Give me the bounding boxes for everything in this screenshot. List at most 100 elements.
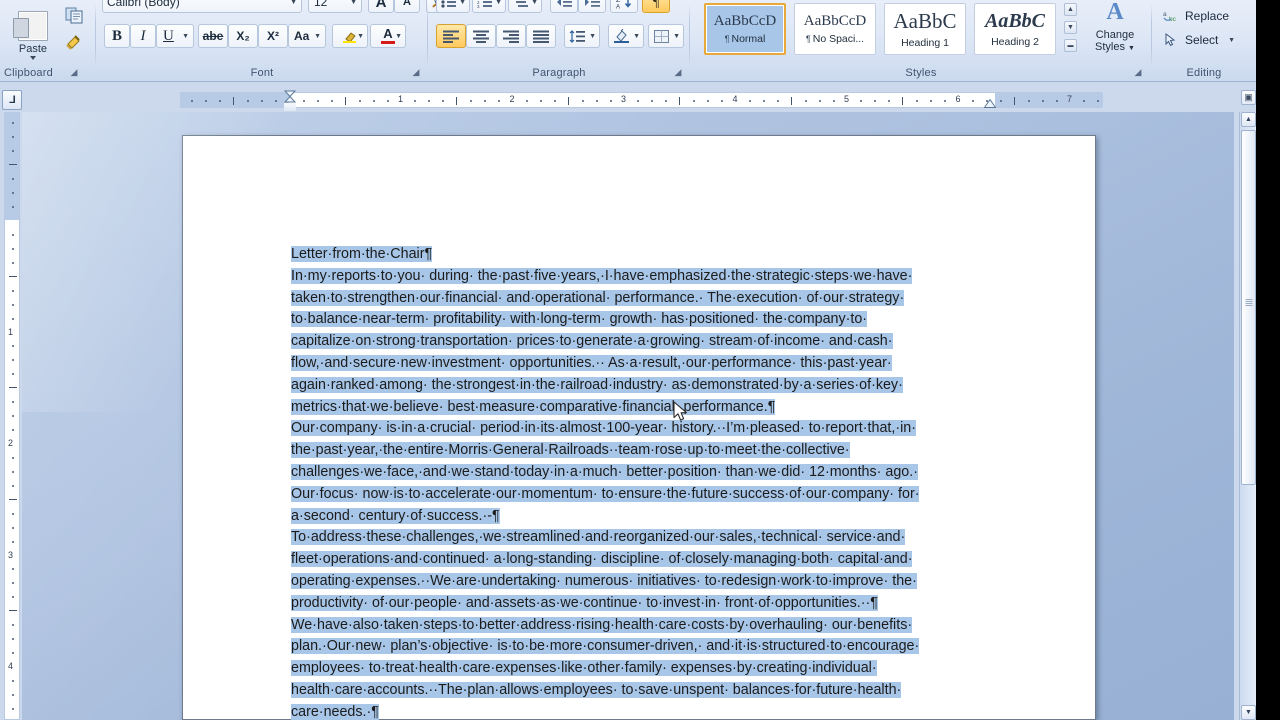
font-name-input[interactable]: Calibri (Body) ▼ xyxy=(102,0,302,13)
styles-scroll-up-button[interactable]: ▲ xyxy=(1064,3,1077,16)
ruler-tick xyxy=(762,100,765,102)
font-size-input[interactable]: 12 ▼ xyxy=(308,0,362,13)
shrink-font-button[interactable]: A xyxy=(394,0,420,13)
style-preview: AaBbCcD xyxy=(713,13,777,29)
decrease-indent-button[interactable] xyxy=(550,0,578,13)
copy-button[interactable] xyxy=(62,4,86,26)
paragraph-dialog-launcher[interactable]: ◢ xyxy=(672,66,684,78)
ruler-tick xyxy=(330,100,333,102)
document-canvas[interactable]: Letter·from·the·Chair¶ In·my·reports·to·y… xyxy=(22,112,1234,720)
decrease-indent-icon xyxy=(556,0,572,7)
bullets-button[interactable]: ▼ xyxy=(436,0,470,13)
text-line: again·ranked·among· the·strongest·in·the… xyxy=(291,375,997,397)
grow-font-icon: A xyxy=(375,0,387,11)
scrollbar-thumb[interactable] xyxy=(1241,130,1256,485)
selected-text: to·balance·near-term· profitability· wit… xyxy=(291,311,868,328)
grow-font-button[interactable]: A xyxy=(368,0,394,13)
text-highlight-button[interactable]: ▼ xyxy=(332,24,368,48)
change-styles-button[interactable]: A Change Styles ▼ xyxy=(1084,0,1146,58)
ruler-tick xyxy=(916,100,919,102)
style-item-normal[interactable]: AaBbCcD ¶ Normal xyxy=(704,3,786,55)
text-line: care·needs.·¶ xyxy=(291,702,997,720)
select-browse-object-icon[interactable]: ▣ xyxy=(1241,90,1256,105)
numbering-button[interactable]: 1 2 3 ▼ xyxy=(472,0,506,13)
style-item-no-spacing[interactable]: AaBbCcD ¶ No Spaci... xyxy=(794,3,876,55)
group-label-clipboard: Clipboard xyxy=(4,67,53,79)
vertical-ruler-tick xyxy=(12,150,14,153)
style-item-heading-1[interactable]: AaBbC Heading 1 xyxy=(884,3,966,55)
chevron-down-icon: ▼ xyxy=(589,32,596,40)
paragraph-p1[interactable]: In·my·reports·to·you· during· the·past·f… xyxy=(291,266,997,419)
bold-button[interactable]: B xyxy=(104,24,130,48)
vertical-scrollbar[interactable]: ▣ ▲ ▼ xyxy=(1239,90,1256,720)
ribbon-group-styles: AaBbCcD ¶ Normal AaBbCcD ¶ No Spaci... AaB… xyxy=(690,0,1152,82)
subscript-button[interactable]: X₂ xyxy=(228,24,258,48)
vertical-ruler-tick-major xyxy=(9,498,17,500)
select-label: Select xyxy=(1185,33,1219,47)
vertical-ruler[interactable]: 1 2 3 4 xyxy=(4,112,20,720)
tab-stop-selector[interactable]: L xyxy=(2,90,22,110)
ruler-tick xyxy=(707,100,710,102)
shrink-font-icon: A xyxy=(403,0,411,8)
scrollbar-grip xyxy=(1245,299,1252,306)
increase-indent-button[interactable] xyxy=(578,0,606,13)
selected-text: To·address·these·challenges,·we·streamli… xyxy=(291,529,906,546)
paragraph-heading[interactable]: Letter·from·the·Chair¶ xyxy=(291,244,997,266)
change-case-button[interactable]: Aa ▼ xyxy=(288,24,326,48)
align-right-button[interactable] xyxy=(496,24,526,48)
style-label: Heading 2 xyxy=(991,36,1039,48)
vertical-ruler-tick xyxy=(12,233,14,236)
font-dialog-launcher[interactable]: ◢ xyxy=(410,66,422,78)
chevron-down-icon: ▼ xyxy=(531,0,538,6)
pilcrow-icon: ¶ xyxy=(805,34,811,44)
ruler-tick-major xyxy=(679,97,681,105)
paste-button[interactable]: Paste xyxy=(8,2,58,60)
vertical-ruler-tick xyxy=(12,317,14,320)
right-indent-marker[interactable] xyxy=(984,99,996,108)
align-left-button[interactable] xyxy=(436,24,466,48)
svg-text:Z: Z xyxy=(616,0,621,4)
format-painter-button[interactable] xyxy=(62,30,86,52)
align-center-button[interactable] xyxy=(466,24,496,48)
ruler-tick xyxy=(372,100,375,102)
styles-dialog-launcher[interactable]: ◢ xyxy=(1132,66,1144,78)
font-color-button[interactable]: A ▼ xyxy=(370,24,406,48)
borders-button[interactable]: ▼ xyxy=(648,24,684,48)
vertical-ruler-tick xyxy=(12,429,14,432)
multilevel-list-button[interactable]: ▼ xyxy=(508,0,542,13)
styles-scroll-down-button[interactable]: ▼ xyxy=(1064,21,1077,34)
bold-icon: B xyxy=(111,27,122,44)
document-text[interactable]: Letter·from·the·Chair¶ In·my·reports·to·y… xyxy=(291,244,997,720)
paragraph-p4[interactable]: We·have·also·taken·steps·to·better·addre… xyxy=(291,615,997,720)
clipboard-dialog-launcher[interactable]: ◢ xyxy=(68,66,80,78)
style-label: ¶ No Spaci... xyxy=(805,33,865,45)
first-line-indent-marker[interactable] xyxy=(284,90,296,103)
shading-button[interactable]: ▼ xyxy=(608,24,644,48)
replace-button[interactable]: a bc Replace xyxy=(1158,4,1252,28)
italic-button[interactable]: I xyxy=(130,24,156,48)
line-spacing-button[interactable]: ▼ xyxy=(564,24,600,48)
style-item-heading-2[interactable]: AaBbC Heading 2 xyxy=(974,3,1056,55)
chevron-down-icon: ▼ xyxy=(673,32,680,40)
horizontal-ruler[interactable]: 1 2 3 4 5 6 7 xyxy=(180,92,1103,108)
strikethrough-button[interactable]: abe xyxy=(198,24,228,48)
document-page[interactable]: Letter·from·the·Chair¶ In·my·reports·to·y… xyxy=(182,135,1096,720)
paragraph-p3[interactable]: To·address·these·challenges,·we·streamli… xyxy=(291,527,997,614)
left-indent-marker[interactable] xyxy=(284,103,296,111)
select-button[interactable]: Select ▼ xyxy=(1158,28,1252,52)
underline-button[interactable]: U ▼ xyxy=(156,24,194,48)
ruler-tick xyxy=(414,100,417,102)
text-line: Letter·from·the·Chair¶ xyxy=(291,244,997,266)
vertical-ruler-tick xyxy=(12,359,14,362)
ruler-tick xyxy=(219,100,222,102)
sort-button[interactable]: Z A xyxy=(610,0,638,13)
ruler-tick-major xyxy=(456,97,458,105)
scroll-up-button[interactable]: ▲ xyxy=(1241,112,1256,127)
paragraph-p2[interactable]: Our·company· is·in·a·crucial· period·in·… xyxy=(291,418,997,527)
justify-button[interactable] xyxy=(526,24,556,48)
styles-more-button[interactable]: ▬ xyxy=(1064,39,1077,52)
show-formatting-marks-button[interactable]: ¶ xyxy=(642,0,670,13)
superscript-button[interactable]: X² xyxy=(258,24,288,48)
scroll-down-button[interactable]: ▼ xyxy=(1241,705,1256,720)
svg-text:3: 3 xyxy=(477,4,480,8)
